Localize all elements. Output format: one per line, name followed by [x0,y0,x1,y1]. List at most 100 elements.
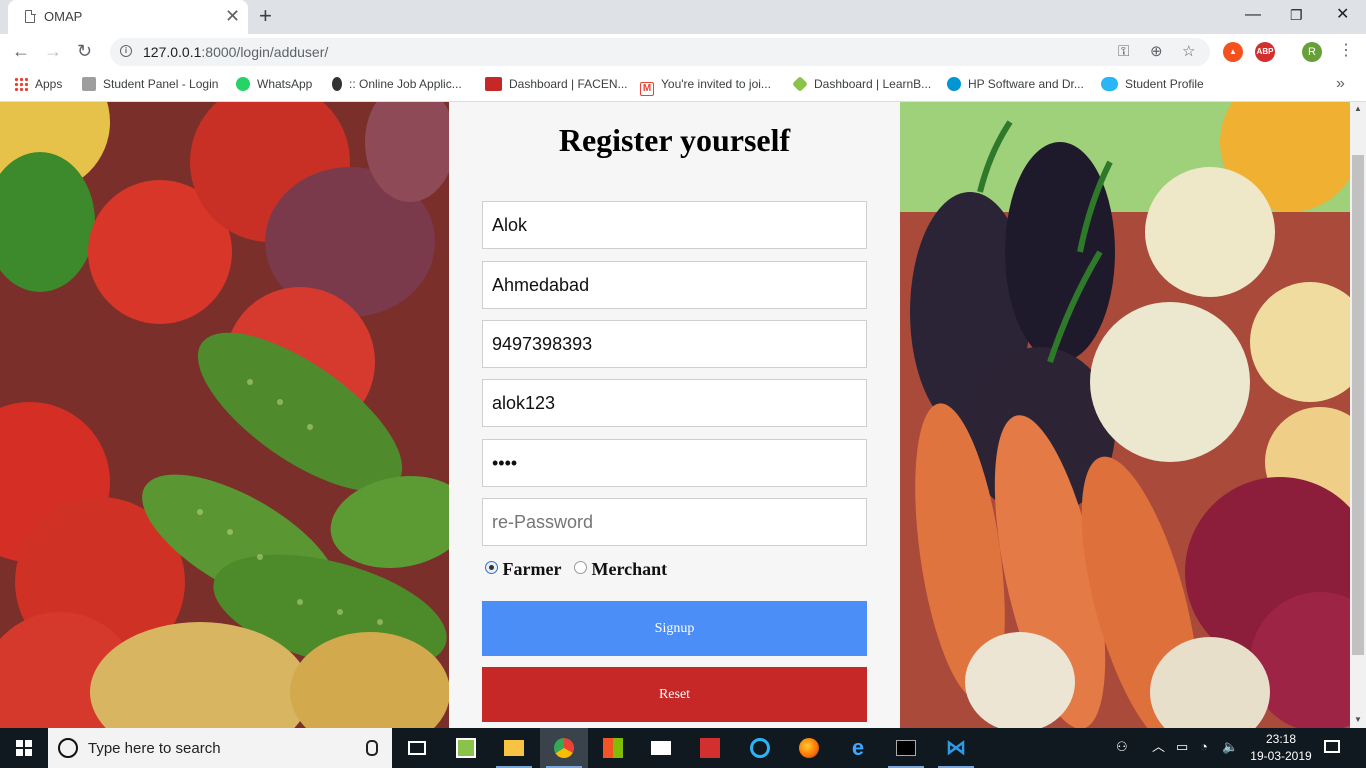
taskbar-file-explorer[interactable] [490,728,538,768]
firefox-icon [799,738,819,758]
phone-field[interactable] [482,320,867,368]
password-field[interactable] [482,439,867,487]
vegetables-background-left [0,102,449,728]
apps-grid-icon [14,77,28,91]
gmail-icon: M [640,82,654,96]
address-bar[interactable]: i 127.0.0.1:8000/login/adduser/ ⚿ ⊕ ☆ [110,38,1210,66]
merchant-label: Merchant [591,559,668,579]
profile-avatar[interactable]: R [1302,42,1322,62]
scroll-down-arrow[interactable]: ▼ [1350,713,1366,727]
taskbar-search[interactable]: Type here to search [48,728,392,768]
back-button[interactable]: ← [12,40,30,62]
taskbar-app-blue[interactable] [736,728,784,768]
microphone-icon[interactable] [366,740,378,756]
farmer-radio[interactable] [485,561,498,574]
taskbar-app-editor[interactable] [442,728,490,768]
windows-logo-icon [16,740,32,756]
window-close-button[interactable]: ✕ [1336,6,1349,24]
restore-button[interactable]: ❐ [1290,6,1303,24]
bookmark-online-job[interactable]: :: Online Job Applic... [332,77,462,91]
role-merchant-option[interactable]: Merchant [573,559,668,580]
taskbar-firefox[interactable] [785,728,833,768]
register-title: Register yourself [558,122,791,158]
vscode-icon: ⋈ [946,737,966,759]
new-tab-button[interactable]: + [259,4,272,28]
city-field[interactable] [482,261,867,309]
people-icon[interactable]: ⚇ [1116,739,1128,755]
scrollbar-thumb[interactable] [1352,155,1364,655]
cortana-icon [58,738,78,758]
start-button[interactable] [0,728,48,768]
bookmark-star-icon[interactable]: ☆ [1182,43,1195,61]
adblock-extension-icon[interactable]: ABP [1255,42,1275,62]
role-radio-group: Farmer Merchant [485,559,667,580]
merchant-radio[interactable] [573,561,587,574]
bookmark-invited[interactable]: M You're invited to joi... [640,77,771,96]
minimize-button[interactable]: — [1245,6,1261,24]
role-farmer-option[interactable]: Farmer [485,559,561,580]
key-icon[interactable]: ⚿ [1118,43,1129,61]
tab-omap[interactable]: OMAP ✕ [8,0,248,34]
reset-button[interactable]: Reset [482,667,867,722]
edge-icon: e [851,735,865,760]
taskbar-chrome[interactable] [540,728,588,768]
bookmark-apps[interactable]: Apps [14,77,62,91]
document-icon [25,9,36,23]
whatsapp-icon [236,77,250,91]
bookmark-learnb[interactable]: Dashboard | LearnB... [792,76,931,92]
url-text[interactable]: 127.0.0.1:8000/login/adduser/ [143,44,328,60]
info-icon[interactable]: i [120,45,132,57]
page-content: Register yourself Farmer Merchant Signup… [0,102,1350,728]
signup-button[interactable]: Signup [482,601,867,656]
reload-button[interactable]: ↻ [77,40,92,62]
more-bookmarks-icon[interactable]: » [1336,75,1345,93]
taskbar-store[interactable] [589,728,637,768]
close-tab-icon[interactable]: ✕ [225,6,240,26]
fire-extension-icon[interactable]: ▲ [1223,42,1243,62]
taskbar-clock[interactable]: 23:18 19-03-2019 [1246,731,1316,765]
acrobat-icon [700,738,720,758]
task-view-icon [408,741,426,755]
folder-icon [504,740,524,756]
clock-time: 23:18 [1265,732,1297,746]
menu-icon[interactable]: ⋮ [1338,41,1354,61]
zoom-icon[interactable]: ⊕ [1150,43,1163,61]
wifi-icon[interactable]: ◔ [1200,739,1208,755]
battery-icon[interactable]: ▭ [1176,739,1188,755]
hp-icon [947,77,961,91]
first-name-field[interactable] [482,201,867,249]
repassword-field[interactable] [482,498,867,546]
taskbar-vscode[interactable]: ⋈ [932,728,980,768]
username-field[interactable] [482,379,867,427]
cloud-icon [1101,77,1118,91]
taskbar-mail[interactable] [637,728,685,768]
bookmark-student-profile[interactable]: Student Profile [1101,77,1204,91]
bookmark-whatsapp[interactable]: WhatsApp [236,77,312,91]
scroll-up-arrow[interactable]: ▲ [1350,102,1366,116]
taskbar-terminal[interactable] [882,728,930,768]
site-icon [332,77,342,91]
windows-taskbar: Type here to search e ⋈ ⚇ ︿ ▭ ◔ 🔈 23:18 … [0,728,1366,768]
bookmark-hp[interactable]: HP Software and Dr... [947,77,1084,91]
notifications-icon[interactable] [1324,740,1340,753]
mail-icon [651,741,671,755]
app-blue-icon [750,738,770,758]
site-icon [82,77,96,91]
site-icon [792,76,808,92]
bookmark-student-panel[interactable]: Student Panel - Login [82,77,218,91]
register-panel: Register yourself Farmer Merchant Signup… [449,102,900,728]
bookmarks-bar: Apps Student Panel - Login WhatsApp :: O… [0,70,1366,102]
search-placeholder: Type here to search [88,740,221,757]
farmer-label: Farmer [502,559,562,579]
bookmark-dashboard-facen[interactable]: Dashboard | FACEN... [485,77,628,91]
taskbar-acrobat[interactable] [686,728,734,768]
taskbar-edge[interactable]: e [834,728,882,768]
show-hidden-icons-chevron-icon[interactable]: ︿ [1152,739,1165,755]
vegetables-background-right [900,102,1350,728]
volume-icon[interactable]: 🔈 [1222,739,1238,755]
browser-toolbar: ← → ↻ i 127.0.0.1:8000/login/adduser/ ⚿ … [0,34,1366,70]
task-view-button[interactable] [394,728,442,768]
terminal-icon [896,740,916,756]
editor-app-icon [456,738,476,758]
forward-button[interactable]: → [44,40,62,62]
